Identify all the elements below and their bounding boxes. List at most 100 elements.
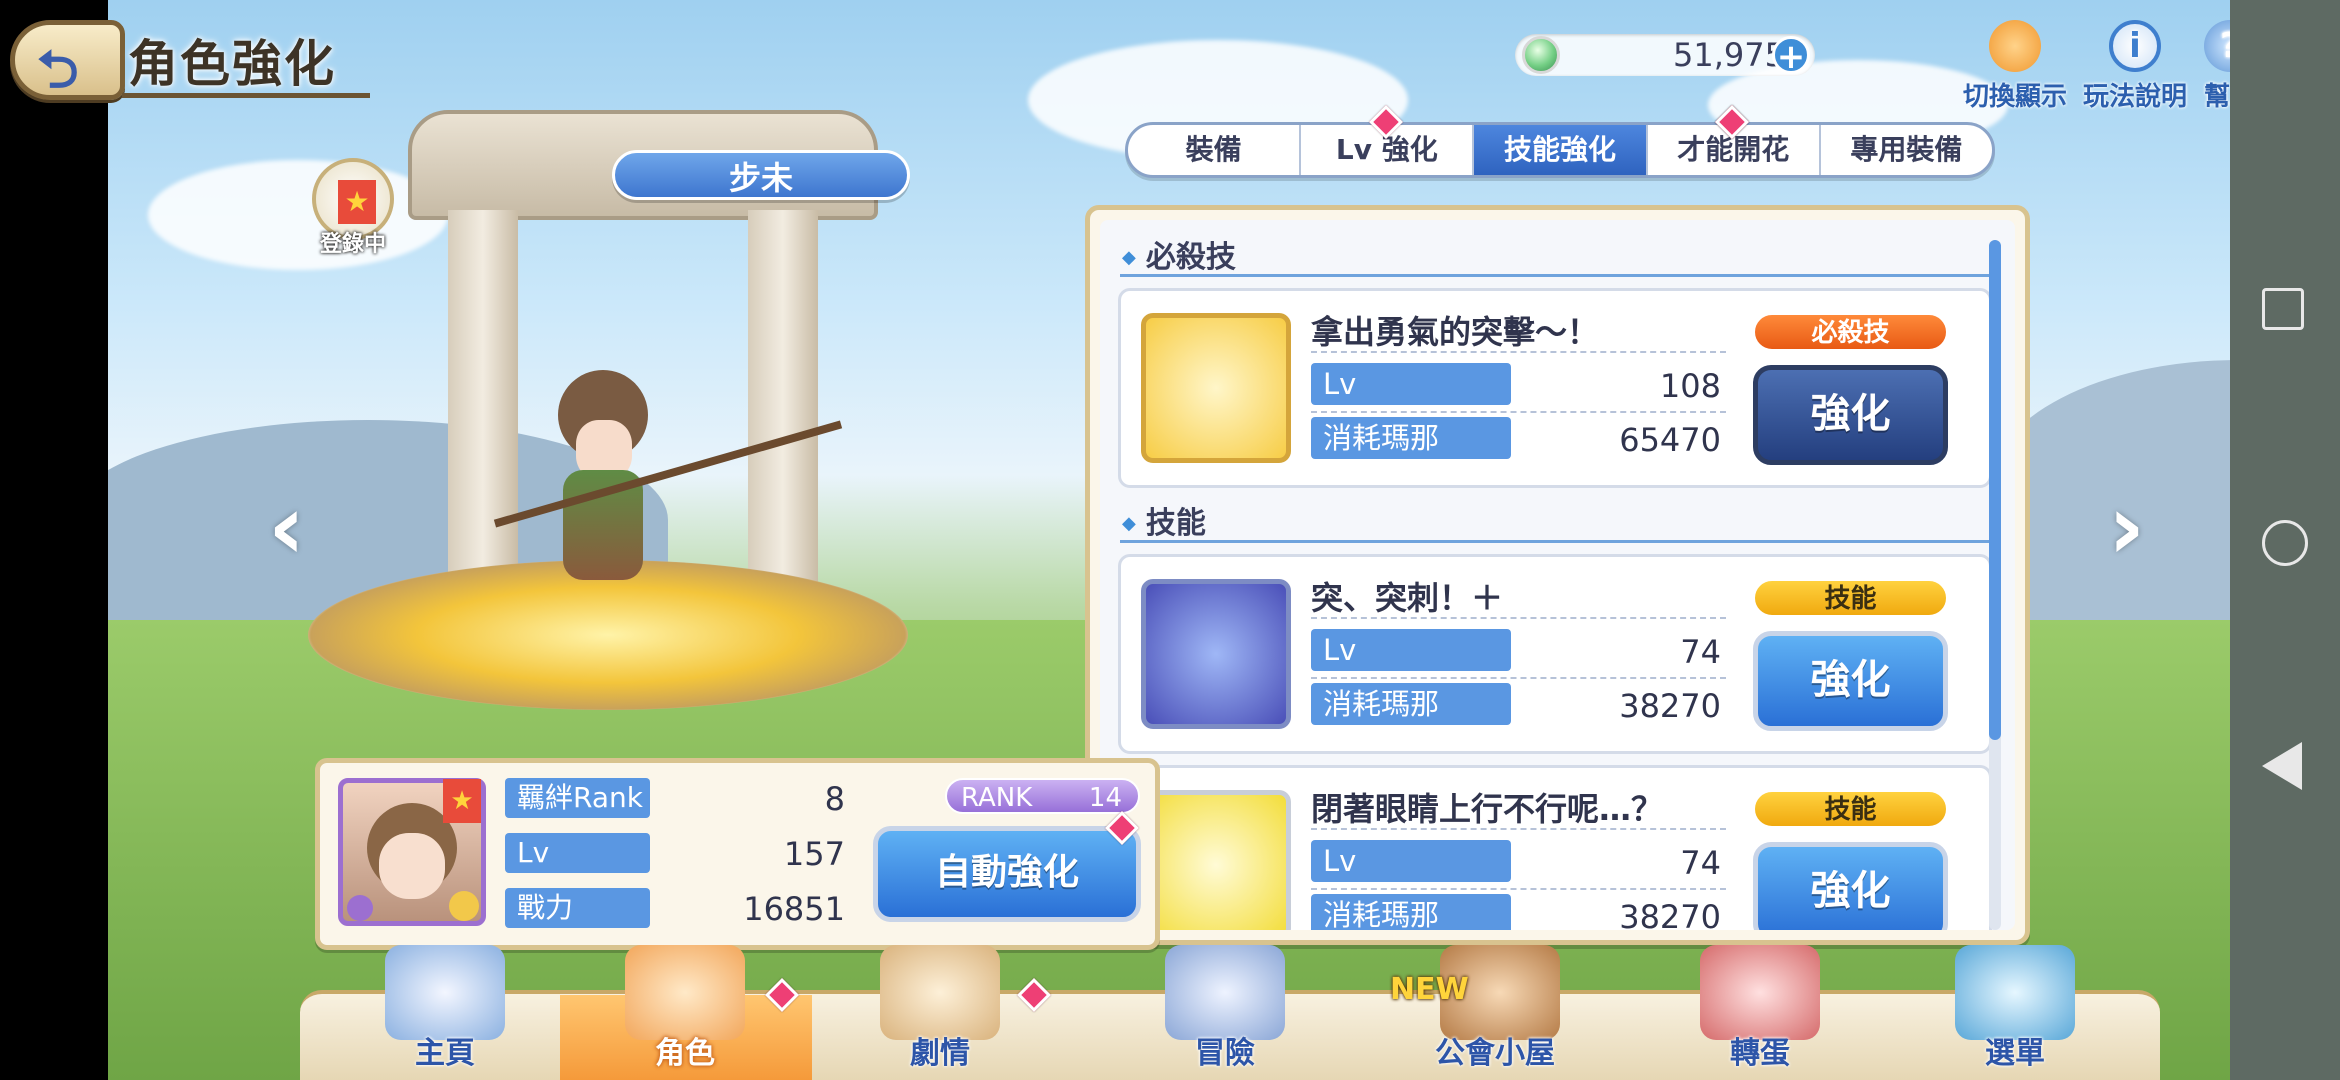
- switch-display-icon: [1989, 20, 2041, 72]
- rank-label: RANK: [961, 783, 1033, 813]
- divider: [1311, 888, 1726, 890]
- rank-badge: RANK 14: [945, 778, 1140, 814]
- divider: [1311, 351, 1726, 353]
- cloud: [148, 160, 448, 270]
- jewel-icon: [1522, 36, 1560, 74]
- star-icon: ★: [443, 779, 481, 823]
- skill-card-ult: 拿出勇氣的突擊～！ Lv 108 消耗瑪那 65470 必殺技 強化: [1118, 288, 1992, 488]
- skill-name: 突、突刺！＋: [1311, 579, 1504, 617]
- rank-up-icon: [449, 891, 479, 921]
- favorite-label: 登錄中: [319, 232, 386, 257]
- add-currency-button[interactable]: +: [1772, 36, 1810, 75]
- character-icon: [625, 945, 745, 1040]
- tab-unique-equipment[interactable]: 專用裝備: [1821, 125, 1992, 175]
- skill-card-1: 突、突刺！＋ Lv 74 消耗瑪那 38270 技能 強化: [1118, 554, 1992, 754]
- level-label: Lv: [505, 833, 650, 873]
- star-icon: ★: [338, 180, 376, 224]
- menu-crystal-icon: [1955, 945, 2075, 1040]
- divider: [1311, 617, 1726, 619]
- skill-name: 閉著眼睛上行不行呢…？: [1311, 790, 1664, 828]
- skill-lv-value: 74: [1680, 844, 1721, 882]
- skill-panel: 必殺技 拿出勇氣的突擊～！ Lv 108 消耗瑪那 65470 必殺技 強化 技…: [1085, 205, 2030, 945]
- back-button[interactable]: ⮌: [10, 20, 125, 100]
- gacha-icon: [1700, 945, 1820, 1040]
- how-to-play-button[interactable]: i 玩法說明: [2075, 20, 2195, 113]
- skill-cost-label: 消耗瑪那: [1311, 417, 1511, 459]
- portrait-face: [379, 833, 445, 899]
- scrollbar-thumb[interactable]: [1989, 240, 2001, 740]
- bond-rank-value: 8: [824, 780, 845, 818]
- tab-label: 裝備: [1185, 133, 1242, 166]
- next-character-arrow[interactable]: ›: [2108, 475, 2145, 580]
- system-nav-bar: [2230, 0, 2340, 1080]
- page-title: 角色強化: [128, 35, 336, 93]
- enhance-button[interactable]: 強化: [1753, 365, 1948, 465]
- skill-cost-value: 38270: [1619, 687, 1721, 725]
- section-divider: [1120, 540, 1990, 543]
- ult-section-title: 必殺技: [1122, 232, 1236, 276]
- auto-enhance-button[interactable]: 自動強化: [873, 826, 1141, 922]
- home-button[interactable]: [2262, 520, 2308, 566]
- skill-list-scrollbar[interactable]: [1989, 240, 2001, 930]
- info-icon: i: [2109, 20, 2161, 72]
- skill-type-badge: 技能: [1753, 579, 1948, 617]
- magic-circle: [308, 560, 908, 710]
- skill-lv-label: Lv: [1311, 363, 1511, 405]
- skill-cost-value: 65470: [1619, 421, 1721, 459]
- recent-apps-button[interactable]: [2262, 288, 2304, 330]
- home-icon: [385, 945, 505, 1040]
- divider: [1311, 411, 1726, 413]
- new-badge: NEW: [1390, 972, 1469, 1007]
- skill-type-badge: 技能: [1753, 790, 1948, 828]
- tab-label: 技能強化: [1504, 133, 1617, 166]
- nav-adventure[interactable]: 冒險: [1170, 1028, 1280, 1072]
- enhance-tabs: 裝備 Lv 強化 技能強化 才能開花 專用裝備: [1125, 122, 1995, 178]
- nav-story[interactable]: 劇情: [885, 1028, 995, 1072]
- tab-label: 專用裝備: [1850, 133, 1963, 166]
- skill-cost-value: 38270: [1619, 898, 1721, 930]
- skill-cost-label: 消耗瑪那: [1311, 683, 1511, 725]
- previous-character-arrow[interactable]: ‹: [268, 475, 305, 580]
- nav-guild-house[interactable]: 公會小屋: [1425, 1028, 1565, 1072]
- character-name: 步未: [612, 150, 910, 200]
- tab-label: 才能開花: [1677, 133, 1790, 166]
- skill-name: 拿出勇氣的突擊～！: [1311, 313, 1600, 351]
- skill-lv-label: Lv: [1311, 840, 1511, 882]
- back-arrow-icon: ⮌: [37, 40, 79, 100]
- switch-display-button[interactable]: 切換顯示: [1955, 20, 2075, 113]
- skill-panel-body: 必殺技 拿出勇氣的突擊～！ Lv 108 消耗瑪那 65470 必殺技 強化 技…: [1100, 220, 2015, 930]
- bond-rank-label: 羈絆Rank: [505, 778, 650, 818]
- skill-lv-value: 108: [1659, 367, 1721, 405]
- nav-menu[interactable]: 選單: [1960, 1028, 2070, 1072]
- character-portrait[interactable]: ★: [338, 778, 486, 926]
- divider: [1311, 828, 1726, 830]
- section-divider: [1120, 274, 1990, 277]
- skill-lv-value: 74: [1680, 633, 1721, 671]
- element-icon: [347, 895, 373, 921]
- nav-character[interactable]: 角色: [630, 1028, 740, 1072]
- nav-home[interactable]: 主頁: [390, 1028, 500, 1072]
- enhance-button[interactable]: 強化: [1753, 842, 1948, 930]
- enhance-button[interactable]: 強化: [1753, 631, 1948, 731]
- switch-display-label: 切換顯示: [1962, 82, 2067, 112]
- nav-gacha[interactable]: 轉蛋: [1705, 1028, 1815, 1072]
- skill-type-badge: 必殺技: [1753, 313, 1948, 351]
- adventure-flag-icon: [1165, 945, 1285, 1040]
- how-to-play-label: 玩法說明: [2082, 82, 2187, 112]
- rank-value: 14: [1088, 783, 1122, 813]
- thrust-skill-icon: [1141, 579, 1291, 729]
- gazebo-pillar: [748, 210, 818, 590]
- tab-equipment[interactable]: 裝備: [1128, 125, 1302, 175]
- title-underline: [122, 93, 370, 98]
- skill-lv-label: Lv: [1311, 629, 1511, 671]
- chick-skill-icon: [1141, 790, 1291, 930]
- skill-cost-label: 消耗瑪那: [1311, 894, 1511, 930]
- currency-value: 51,975: [1673, 36, 1785, 74]
- gazebo-pillar: [448, 210, 518, 590]
- level-value: 157: [783, 835, 845, 873]
- story-scroll-icon: [880, 945, 1000, 1040]
- skill-card-2: 閉著眼睛上行不行呢…？ Lv 74 消耗瑪那 38270 技能 強化: [1118, 765, 1992, 930]
- power-value: 16851: [743, 890, 845, 928]
- back-nav-button[interactable]: [2262, 742, 2302, 790]
- tab-skill-enhance[interactable]: 技能強化: [1474, 125, 1648, 175]
